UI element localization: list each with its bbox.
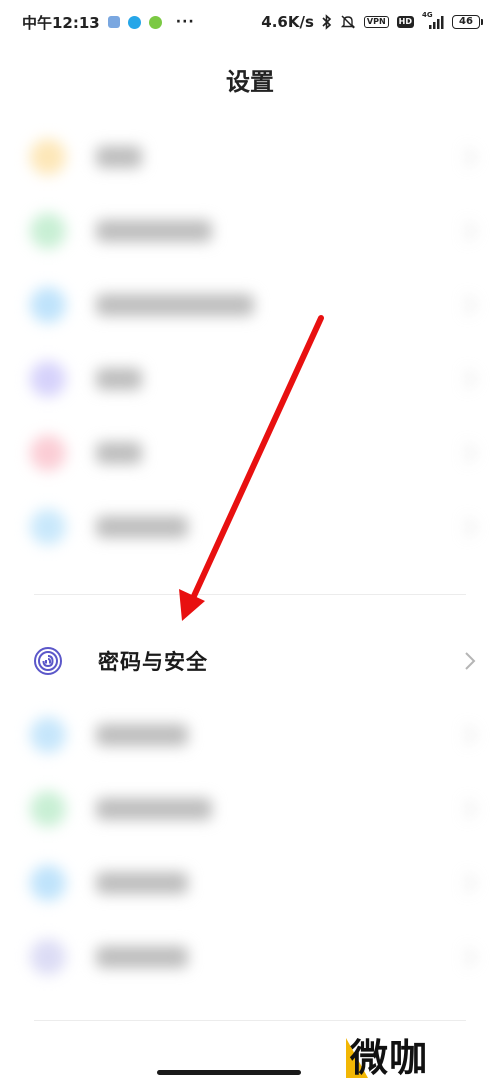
blurred-icon [30,791,66,827]
hd-icon: HD [396,16,414,28]
settings-row[interactable] [0,772,500,846]
more-notifications-icon: ··· [175,14,195,30]
status-bar: 中午12:13 ··· 4.6K/s VPN HD 4G 46 [0,0,500,44]
fingerprint-icon [34,647,62,675]
blurred-icon [30,361,66,397]
blurred-label [96,220,212,242]
blurred-icon [30,213,66,249]
chevron-right-icon [465,296,476,314]
notification-app-icon [107,16,120,28]
bluetooth-icon [322,14,332,30]
blurred-icon [30,865,66,901]
blurred-label [96,516,188,538]
signal-icon: 4G [422,11,444,30]
chevron-right-icon [465,652,476,670]
watermark-text: 微咖 [350,1036,429,1080]
chevron-right-icon [465,518,476,536]
home-indicator[interactable] [157,1070,301,1075]
battery-icon: 46 [452,15,483,29]
settings-item-label: 密码与安全 [98,650,208,674]
settings-row[interactable] [0,920,500,994]
watermark-logo: 微咖 [346,1034,456,1082]
section-divider [34,1020,466,1021]
settings-row[interactable] [0,342,500,416]
blurred-icon [30,717,66,753]
settings-row[interactable] [0,490,500,564]
blurred-icon [30,287,66,323]
status-right: 4.6K/s VPN HD 4G 46 [261,11,483,31]
section-divider [34,594,466,595]
blurred-icon [30,509,66,545]
blurred-label [96,946,188,968]
settings-row[interactable] [0,194,500,268]
chevron-right-icon [465,726,476,744]
blurred-label [96,442,142,464]
blurred-icon [30,435,66,471]
chevron-right-icon [465,370,476,388]
settings-row[interactable] [0,120,500,194]
blurred-label [96,368,142,390]
blurred-label [96,146,142,168]
mute-icon [340,14,356,30]
notification-app-icon [148,15,162,29]
vpn-icon: VPN [363,16,389,28]
settings-item-password-security[interactable]: 密码与安全 [0,624,500,698]
settings-row[interactable] [0,846,500,920]
blurred-icon [30,139,66,175]
chevron-right-icon [465,874,476,892]
blurred-label [96,798,212,820]
settings-row[interactable] [0,698,500,772]
chevron-right-icon [465,444,476,462]
blurred-icon [30,939,66,975]
notification-app-icon [127,15,141,29]
chevron-right-icon [465,222,476,240]
status-time: 中午12:13 [22,13,100,32]
blurred-label [96,872,188,894]
status-left: 中午12:13 ··· [22,12,195,33]
settings-row[interactable] [0,268,500,342]
settings-row[interactable] [0,416,500,490]
blurred-label [96,724,188,746]
page-title: 设置 [226,68,274,96]
chevron-right-icon [465,948,476,966]
chevron-right-icon [465,800,476,818]
chevron-right-icon [465,148,476,166]
blurred-label [96,294,254,316]
network-speed: 4.6K/s [261,13,314,31]
